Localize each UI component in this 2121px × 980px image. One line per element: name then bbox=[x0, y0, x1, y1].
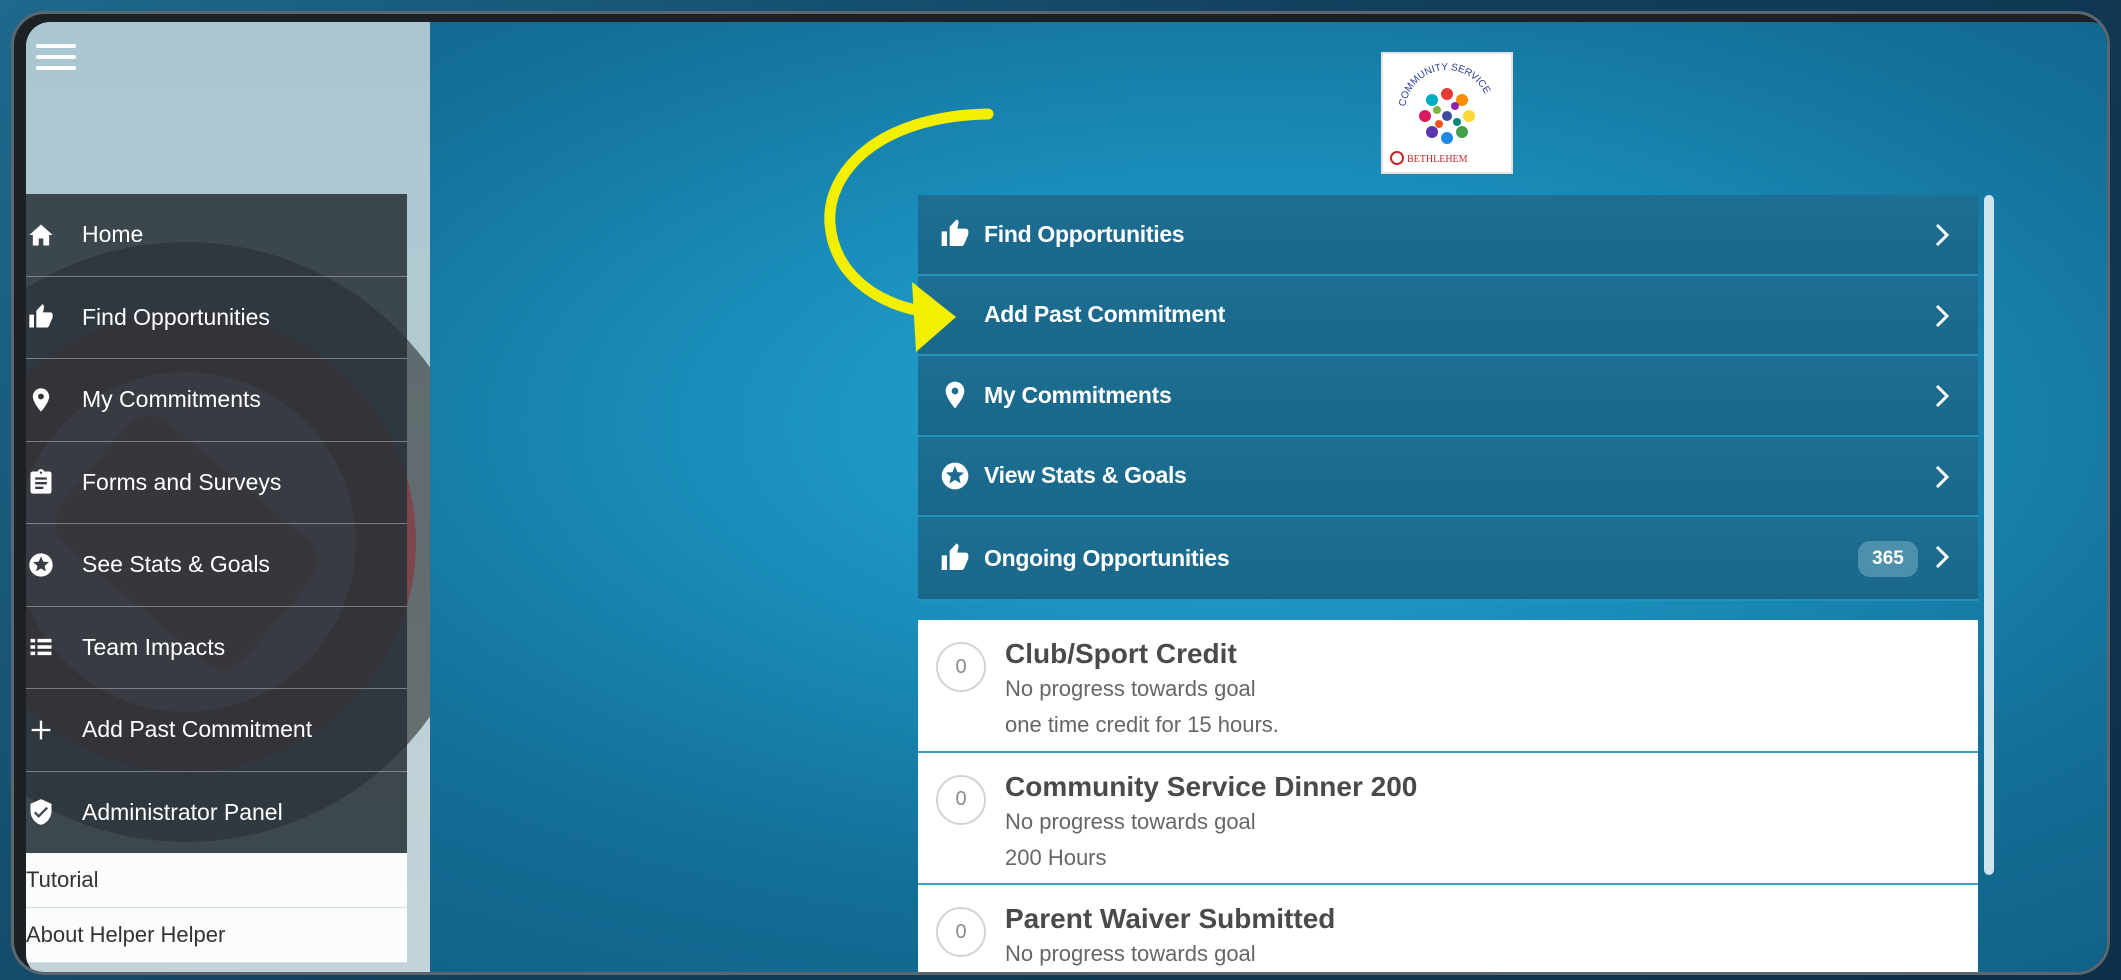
goal-progress-count: 0 bbox=[936, 907, 986, 957]
chevron-right-icon bbox=[1932, 544, 1952, 570]
plus-icon bbox=[938, 298, 972, 332]
sidebar-item-administrator-panel[interactable]: Administrator Panel bbox=[26, 771, 407, 854]
device-frame: Home Find Opportunities My Commitments F… bbox=[11, 11, 2110, 975]
chevron-right-icon bbox=[1932, 222, 1952, 248]
plus-icon bbox=[26, 715, 56, 745]
menu-label: View Stats & Goals bbox=[984, 462, 1187, 489]
shield-check-icon bbox=[26, 797, 56, 827]
menu-label: My Commitments bbox=[984, 381, 1172, 408]
sidebar-link-tutorial[interactable]: Tutorial bbox=[26, 853, 407, 908]
logo-arc-text: COMMUNITY SERVICE bbox=[1397, 62, 1492, 107]
sidebar-link-about[interactable]: About Helper Helper bbox=[26, 908, 407, 963]
sidebar: Home Find Opportunities My Commitments F… bbox=[26, 22, 430, 972]
sidebar-item-home[interactable]: Home bbox=[26, 194, 407, 277]
hamburger-menu-icon[interactable] bbox=[36, 44, 76, 74]
logo-school-name: BETHLEHEM bbox=[1407, 154, 1468, 165]
menu-label: Add Past Commitment bbox=[984, 301, 1225, 328]
menu-view-stats-goals[interactable]: View Stats & Goals bbox=[918, 436, 1978, 517]
clipboard-icon bbox=[26, 467, 56, 497]
chevron-right-icon bbox=[1932, 303, 1952, 329]
thumbs-up-icon bbox=[26, 302, 56, 332]
goal-description: one time credit for 15 hours. bbox=[1005, 712, 1279, 737]
sidebar-nav: Home Find Opportunities My Commitments F… bbox=[26, 194, 407, 854]
map-pin-icon bbox=[26, 385, 56, 415]
app-screen: Home Find Opportunities My Commitments F… bbox=[26, 22, 2107, 972]
count-badge: 365 bbox=[1858, 541, 1918, 577]
sidebar-item-team-impacts[interactable]: Team Impacts bbox=[26, 606, 407, 689]
main-scrollbar[interactable] bbox=[1984, 195, 1994, 875]
chevron-right-icon bbox=[1932, 383, 1952, 409]
goal-title: Club/Sport Credit bbox=[1005, 638, 1237, 669]
sidebar-item-label: Home bbox=[82, 221, 144, 248]
sidebar-item-label: Administrator Panel bbox=[82, 798, 283, 825]
goal-status: No progress towards goal bbox=[1005, 808, 1256, 834]
chevron-right-icon bbox=[1932, 464, 1952, 490]
star-circle-icon bbox=[26, 550, 56, 580]
goal-status: No progress towards goal bbox=[1005, 941, 1256, 966]
sidebar-item-label: Add Past Commitment bbox=[82, 716, 313, 743]
goal-title: Parent Waiver Submitted bbox=[1005, 903, 1336, 934]
sidebar-secondary-links: Tutorial About Helper Helper bbox=[26, 853, 407, 963]
menu-label: Ongoing Opportunities bbox=[984, 544, 1230, 571]
thumbs-up-icon bbox=[938, 541, 972, 575]
menu-my-commitments[interactable]: My Commitments bbox=[918, 356, 1978, 437]
goal-description: 200 Hours bbox=[1005, 844, 1107, 870]
home-icon bbox=[26, 220, 56, 250]
svg-text:COMMUNITY SERVICE: COMMUNITY SERVICE bbox=[1397, 62, 1492, 107]
main-menu: Find Opportunities Add Past Commitment M… bbox=[918, 195, 1978, 601]
sidebar-item-label: See Stats & Goals bbox=[82, 551, 270, 578]
sidebar-item-forms-and-surveys[interactable]: Forms and Surveys bbox=[26, 441, 407, 524]
sidebar-item-label: My Commitments bbox=[82, 386, 261, 413]
map-pin-icon bbox=[938, 378, 972, 412]
community-service-logo: COMMUNITY SERVICE BETHLEHEM bbox=[1381, 52, 1513, 174]
menu-ongoing-opportunities[interactable]: Ongoing Opportunities 365 bbox=[918, 517, 1978, 601]
list-icon bbox=[26, 632, 56, 662]
sidebar-item-my-commitments[interactable]: My Commitments bbox=[26, 359, 407, 442]
sidebar-item-find-opportunities[interactable]: Find Opportunities bbox=[26, 276, 407, 359]
goal-progress-count: 0 bbox=[936, 774, 986, 825]
goal-item[interactable]: 0 Community Service Dinner 200 No progre… bbox=[918, 753, 1978, 885]
sidebar-item-label: Team Impacts bbox=[82, 633, 226, 660]
goal-title: Community Service Dinner 200 bbox=[1005, 770, 1418, 802]
star-circle-icon bbox=[938, 459, 972, 493]
goal-item[interactable]: 0 Club/Sport Credit No progress towards … bbox=[918, 620, 1978, 753]
menu-add-past-commitment[interactable]: Add Past Commitment bbox=[918, 275, 1978, 356]
sidebar-item-add-past-commitment[interactable]: Add Past Commitment bbox=[26, 689, 407, 772]
thumbs-up-icon bbox=[938, 217, 972, 251]
menu-label: Find Opportunities bbox=[984, 220, 1185, 247]
sidebar-item-label: Forms and Surveys bbox=[82, 468, 282, 495]
menu-find-opportunities[interactable]: Find Opportunities bbox=[918, 195, 1978, 276]
goals-list: 0 Club/Sport Credit No progress towards … bbox=[918, 620, 1978, 972]
sidebar-item-see-stats-goals[interactable]: See Stats & Goals bbox=[26, 524, 407, 607]
goal-progress-count: 0 bbox=[936, 642, 986, 692]
goal-status: No progress towards goal bbox=[1005, 676, 1256, 701]
sidebar-item-label: Find Opportunities bbox=[82, 303, 270, 330]
goal-item[interactable]: 0 Parent Waiver Submitted No progress to… bbox=[918, 885, 1978, 972]
